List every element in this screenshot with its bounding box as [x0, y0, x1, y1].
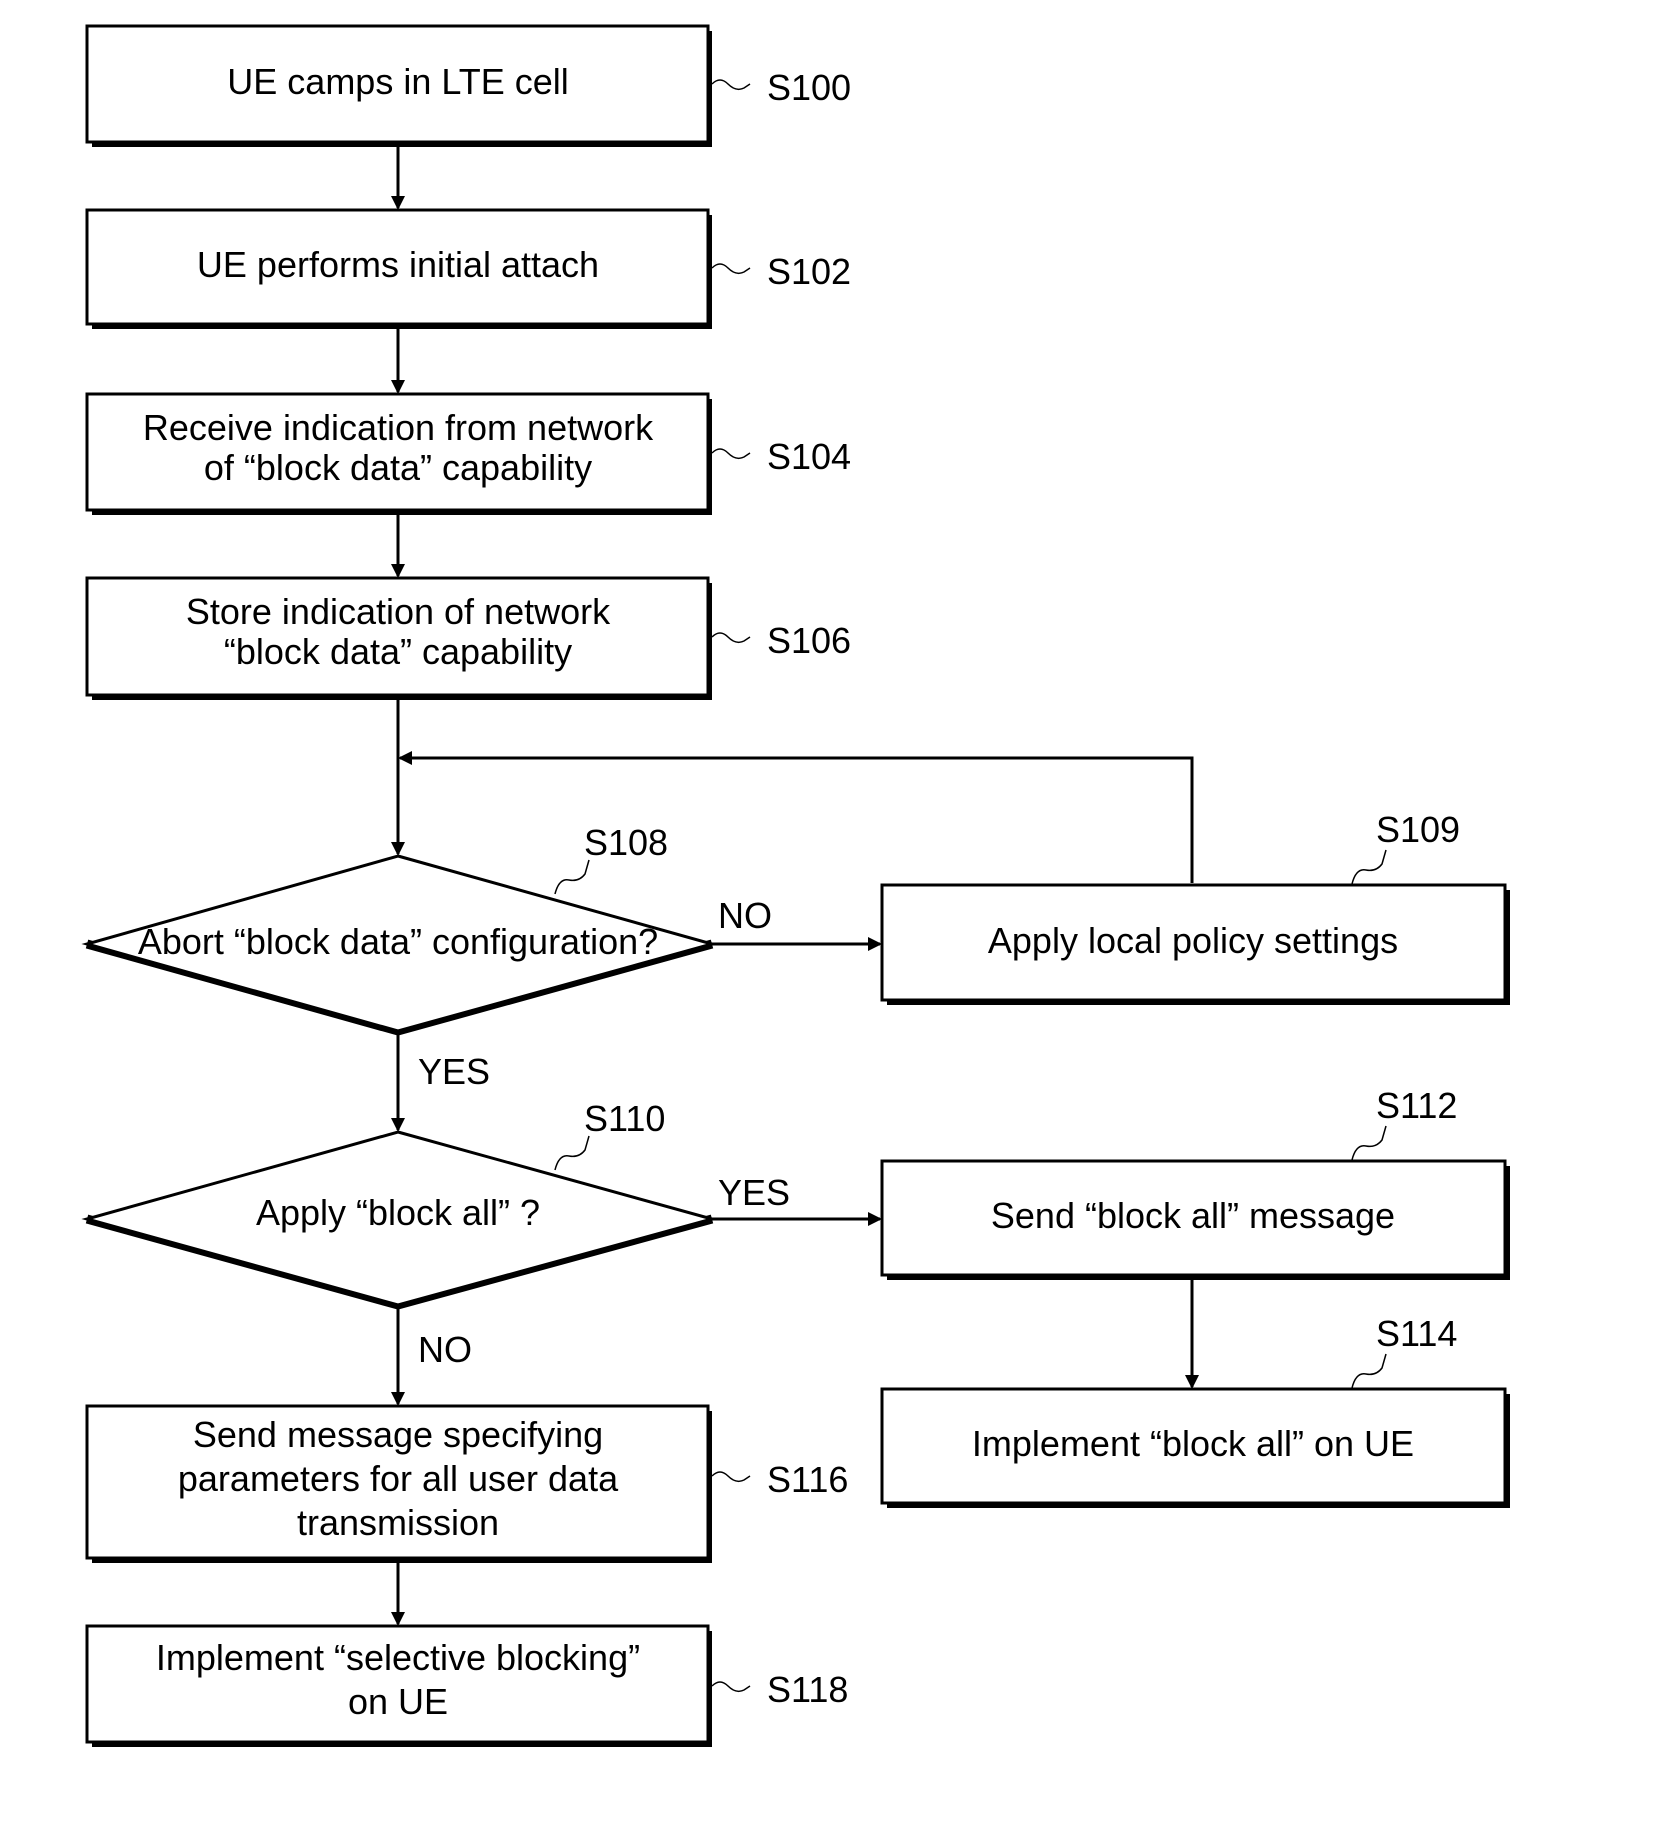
leader-s108 [554, 859, 590, 895]
node-s108: Abort “block data” configuration? [81, 854, 718, 1036]
node-s100-text: UE camps in LTE cell [227, 61, 568, 102]
node-s112-text: Send “block all” message [991, 1195, 1395, 1236]
node-s109-text: Apply local policy settings [988, 920, 1398, 961]
node-s118: Implement “selective blocking” on UE [85, 1624, 712, 1747]
step-id-s110: S110 [584, 1098, 665, 1139]
leader-s112 [1351, 1125, 1387, 1161]
label-s110-yes: YES [718, 1172, 790, 1213]
leader-s110 [554, 1135, 590, 1171]
node-s100: UE camps in LTE cell [85, 24, 712, 147]
leader-s118 [711, 1681, 751, 1693]
leader-s100 [711, 79, 751, 91]
flowchart: UE camps in LTE cell UE performs initial… [81, 24, 1510, 1747]
node-s102-text: UE performs initial attach [197, 244, 599, 285]
step-id-s112: S112 [1376, 1085, 1457, 1126]
leader-s109 [1351, 849, 1387, 885]
node-s109: Apply local policy settings [880, 883, 1510, 1005]
node-s116: Send message specifying parameters for al… [85, 1404, 712, 1563]
step-id-s118: S118 [767, 1669, 848, 1710]
node-s112: Send “block all” message [880, 1159, 1510, 1280]
node-s104: Receive indication from network of “block… [85, 392, 712, 515]
node-s102: UE performs initial attach [85, 208, 712, 329]
step-id-s108: S108 [584, 822, 668, 863]
step-id-s102: S102 [767, 251, 851, 292]
step-id-s104: S104 [767, 436, 851, 477]
leader-s104 [711, 448, 751, 460]
step-id-s100: S100 [767, 67, 851, 108]
step-id-s114: S114 [1376, 1313, 1457, 1354]
node-s108-text: Abort “block data” configuration? [138, 921, 658, 962]
leader-s116 [711, 1471, 751, 1483]
leader-s106 [711, 632, 751, 644]
step-id-s106: S106 [767, 620, 851, 661]
node-s114: Implement “block all” on UE [880, 1387, 1510, 1508]
step-id-s109: S109 [1376, 809, 1460, 850]
node-s104-text: Receive indication from network of “block… [143, 407, 654, 488]
node-s110-text: Apply “block all” ? [256, 1192, 540, 1233]
node-s106-text: Store indication of network “block data” … [186, 591, 611, 672]
label-s108-no: NO [718, 895, 772, 936]
label-s110-no: NO [418, 1329, 472, 1370]
leader-s114 [1351, 1353, 1387, 1389]
label-s108-yes: YES [418, 1051, 490, 1092]
node-s106: Store indication of network “block data” … [85, 576, 712, 700]
edge-s109-loop [398, 751, 1194, 883]
node-s110: Apply “block all” ? [81, 1130, 718, 1310]
step-id-s116: S116 [767, 1459, 848, 1500]
leader-s102 [711, 263, 751, 275]
node-s114-text: Implement “block all” on UE [972, 1423, 1414, 1464]
